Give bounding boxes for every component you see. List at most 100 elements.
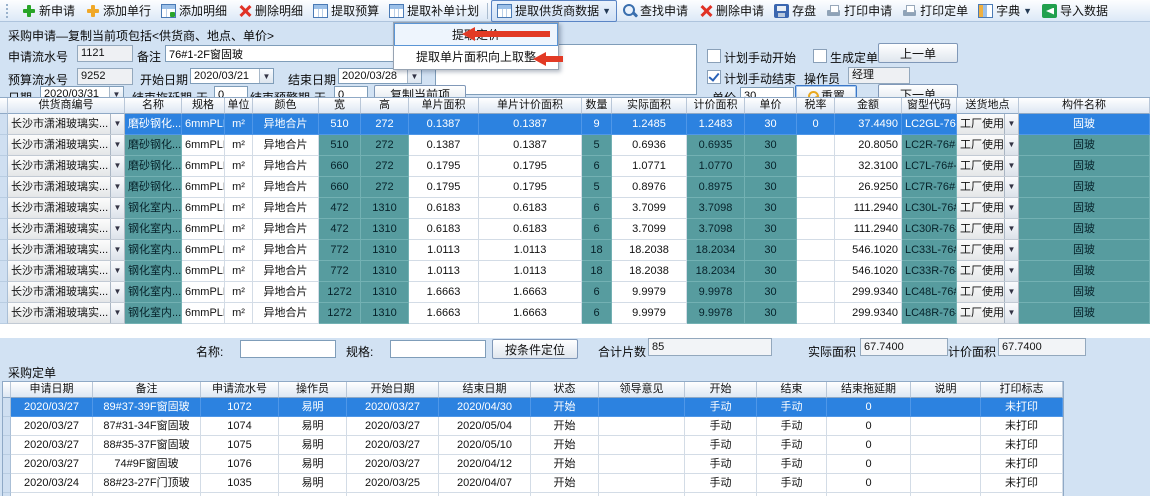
- column-header[interactable]: 申请日期: [11, 382, 93, 398]
- column-header[interactable]: 打印标志: [981, 382, 1063, 398]
- column-header[interactable]: 结束: [757, 382, 827, 398]
- plan-manual-start-checkbox[interactable]: [707, 49, 721, 63]
- cell: 0.1387: [479, 135, 582, 156]
- combo-cell[interactable]: 工厂使用▼: [957, 135, 1019, 156]
- table-row[interactable]: 2020/03/2488#23-27F门顶玻1035易明2020/03/2520…: [3, 474, 1063, 493]
- combo-cell[interactable]: 长沙市潇湘玻璃实...▼: [8, 282, 125, 303]
- table-row[interactable]: 长沙市潇湘玻璃实...▼钢化室内...6mmPLE...m²异地合片472131…: [0, 219, 1150, 240]
- toolbar-dictionary[interactable]: 字典▼: [973, 1, 1037, 21]
- column-header[interactable]: 领导意见: [599, 382, 685, 398]
- toolbar-find-application[interactable]: 查找申请: [617, 1, 693, 21]
- column-header[interactable]: 税率: [797, 98, 835, 114]
- combo-cell[interactable]: 长沙市潇湘玻璃实...▼: [8, 135, 125, 156]
- start-date-combo[interactable]: 2020/03/21▼: [190, 68, 274, 84]
- combo-cell[interactable]: 长沙市潇湘玻璃实...▼: [8, 303, 125, 324]
- column-header[interactable]: 申请流水号: [201, 382, 279, 398]
- remark-input[interactable]: [165, 45, 431, 62]
- column-header[interactable]: 窗型代码: [902, 98, 957, 114]
- combo-cell[interactable]: 工厂使用▼: [957, 177, 1019, 198]
- combo-cell[interactable]: 长沙市潇湘玻璃实...▼: [8, 219, 125, 240]
- column-header[interactable]: 备注: [93, 382, 201, 398]
- toolbar-extract-supplier-data[interactable]: 提取供货商数据▼: [491, 0, 617, 22]
- toolbar-new-application[interactable]: 新申请: [16, 1, 80, 21]
- toolbar-extract-budget[interactable]: 提取预算: [308, 1, 384, 21]
- combo-cell[interactable]: 长沙市潇湘玻璃实...▼: [8, 240, 125, 261]
- spec-filter-input[interactable]: [390, 340, 486, 358]
- operator-field[interactable]: 经理: [848, 67, 910, 84]
- table-row[interactable]: 2020/03/2788#35-37F窗固玻1075易明2020/03/2720…: [3, 436, 1063, 455]
- column-header[interactable]: 数量: [582, 98, 612, 114]
- column-header[interactable]: 操作员: [279, 382, 347, 398]
- column-header[interactable]: 名称: [125, 98, 182, 114]
- toolbar-import-data[interactable]: 导入数据: [1037, 1, 1113, 21]
- column-header[interactable]: 状态: [531, 382, 599, 398]
- table-row[interactable]: 长沙市潇湘玻璃实...▼钢化室内...6mmPLE...m²异地合片127213…: [0, 282, 1150, 303]
- prev-order-button[interactable]: 上一单: [878, 43, 958, 63]
- column-header[interactable]: 开始日期: [347, 382, 439, 398]
- toolbar-extract-supplement-plan[interactable]: 提取补单计划: [384, 1, 484, 21]
- toolbar-add-single-row[interactable]: 添加单行: [80, 1, 156, 21]
- combo-value: 工厂使用: [957, 261, 1004, 281]
- table-row[interactable]: 2020/03/2787#31-34F窗固玻1074易明2020/03/2720…: [3, 417, 1063, 436]
- column-header[interactable]: 规格: [182, 98, 225, 114]
- column-header[interactable]: 单价: [745, 98, 797, 114]
- combo-cell[interactable]: 工厂使用▼: [957, 114, 1019, 135]
- table-row[interactable]: 长沙市潇湘玻璃实...▼钢化室内...6mmPLE...m²异地合片127213…: [0, 303, 1150, 324]
- column-header[interactable]: 高: [361, 98, 409, 114]
- column-header[interactable]: 实际面积: [612, 98, 687, 114]
- column-header[interactable]: 宽: [319, 98, 361, 114]
- toolbar-save[interactable]: 存盘: [769, 1, 821, 21]
- plan-manual-end-checkbox[interactable]: [707, 70, 721, 84]
- column-header[interactable]: 单片计价面积: [479, 98, 582, 114]
- table-row[interactable]: 长沙市潇湘玻璃实...▼钢化室内...6mmPLE...m²异地合片772131…: [0, 261, 1150, 282]
- cell: 18.2038: [612, 261, 687, 282]
- cell: 磨砂钢化...: [125, 135, 182, 156]
- toolbar-print-application[interactable]: 打印申请: [821, 1, 897, 21]
- column-header[interactable]: 计价面积: [687, 98, 745, 114]
- combo-cell[interactable]: 长沙市潇湘玻璃实...▼: [8, 114, 125, 135]
- table-row[interactable]: 2020/03/2774#9F窗固玻1076易明2020/03/272020/0…: [3, 455, 1063, 474]
- combo-cell[interactable]: 工厂使用▼: [957, 156, 1019, 177]
- combo-cell[interactable]: 工厂使用▼: [957, 261, 1019, 282]
- toolbar-delete-detail[interactable]: 删除明细: [232, 1, 308, 21]
- column-header[interactable]: 颜色: [253, 98, 319, 114]
- combo-cell[interactable]: 长沙市潇湘玻璃实...▼: [8, 198, 125, 219]
- column-header[interactable]: 结束日期: [439, 382, 531, 398]
- column-header[interactable]: 说明: [911, 382, 981, 398]
- combo-cell[interactable]: 工厂使用▼: [957, 303, 1019, 324]
- column-header[interactable]: 金额: [835, 98, 902, 114]
- combo-cell[interactable]: 工厂使用▼: [957, 198, 1019, 219]
- locate-button[interactable]: 按条件定位: [492, 339, 578, 359]
- cell: 固玻: [1019, 135, 1150, 156]
- toolbar-print-order[interactable]: 打印定单: [897, 1, 973, 21]
- table-row[interactable]: 长沙市潇湘玻璃实...▼钢化室内...6mmPLE...m²异地合片472131…: [0, 198, 1150, 219]
- column-header[interactable]: 单片面积: [409, 98, 479, 114]
- budget-no-field[interactable]: 9252: [77, 68, 133, 85]
- column-header[interactable]: 单位: [225, 98, 253, 114]
- column-header[interactable]: 供货商编号: [8, 98, 125, 114]
- generate-order-checkbox[interactable]: [813, 49, 827, 63]
- toolbar-delete-application[interactable]: 删除申请: [693, 1, 769, 21]
- name-filter-input[interactable]: [240, 340, 336, 358]
- table-row[interactable]: 长沙市潇湘玻璃实...▼磨砂钢化...6mmPLE...m²异地合片660272…: [0, 177, 1150, 198]
- combo-value: 工厂使用: [957, 303, 1004, 323]
- table-row[interactable]: 长沙市潇湘玻璃实...▼钢化室内...6mmPLE...m²异地合片772131…: [0, 240, 1150, 261]
- combo-cell[interactable]: 工厂使用▼: [957, 282, 1019, 303]
- toolbar-add-detail[interactable]: 添加明细: [156, 1, 232, 21]
- table-row[interactable]: 长沙市潇湘玻璃实...▼磨砂钢化...6mmPLE...m²异地合片660272…: [0, 156, 1150, 177]
- end-date-combo[interactable]: 2020/03/28▼: [338, 68, 422, 84]
- cell: 固玻: [1019, 177, 1150, 198]
- request-no-field[interactable]: 1121: [77, 45, 133, 62]
- column-header[interactable]: 构件名称: [1019, 98, 1150, 114]
- combo-cell[interactable]: 长沙市潇湘玻璃实...▼: [8, 177, 125, 198]
- column-header[interactable]: 开始: [685, 382, 757, 398]
- column-header[interactable]: 结束拖延期: [827, 382, 911, 398]
- combo-cell[interactable]: 工厂使用▼: [957, 240, 1019, 261]
- column-header[interactable]: 送货地点: [957, 98, 1019, 114]
- table-row[interactable]: 长沙市潇湘玻璃实...▼磨砂钢化...6mmPLE...m²异地合片510272…: [0, 135, 1150, 156]
- combo-cell[interactable]: 工厂使用▼: [957, 219, 1019, 240]
- combo-cell[interactable]: 长沙市潇湘玻璃实...▼: [8, 156, 125, 177]
- combo-cell[interactable]: 长沙市潇湘玻璃实...▼: [8, 261, 125, 282]
- table-row[interactable]: 2020/03/2789#37-39F窗固玻1072易明2020/03/2720…: [3, 398, 1063, 417]
- table-row[interactable]: 长沙市潇湘玻璃实...▼磨砂钢化...6mmPLE...m²异地合片510272…: [0, 114, 1150, 135]
